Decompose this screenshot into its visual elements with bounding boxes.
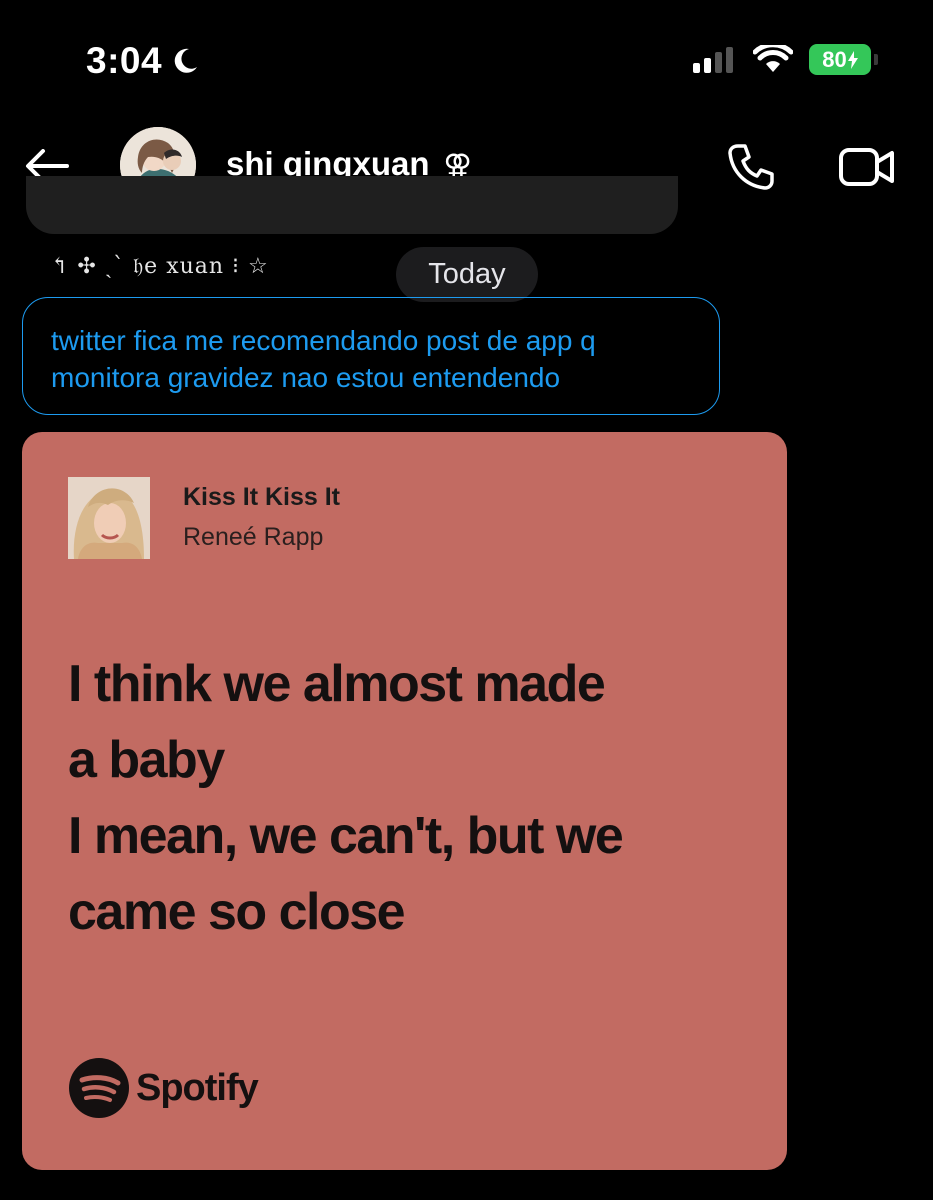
cellular-signal-icon [693, 46, 733, 73]
song-title: Kiss It Kiss It [183, 483, 340, 511]
charging-bolt-icon [847, 50, 858, 69]
message-bubble[interactable]: twitter fica me recomendando post de app… [22, 297, 720, 415]
spotify-lyrics-card[interactable]: Kiss It Kiss It Reneé Rapp I think we al… [22, 432, 787, 1170]
wifi-icon [753, 44, 793, 72]
lyric-line: came so close [68, 883, 406, 941]
lyric-line: I think we almost made [68, 655, 606, 713]
status-time: 3:04 [86, 40, 200, 82]
song-artist: Reneé Rapp [183, 523, 324, 551]
album-art-image [68, 477, 150, 559]
moon-icon [174, 48, 198, 73]
lyric-line: a baby [68, 731, 225, 789]
battery-cap [874, 54, 878, 65]
reply-label: ↰ ✣ ˏˋ 𝔥e xuan ⁝ ☆ [50, 254, 269, 279]
video-call-button[interactable] [838, 145, 896, 189]
status-indicators: 80 [693, 44, 878, 75]
battery-level: 80 [822, 46, 847, 72]
spotify-wordmark: Spotify [136, 1066, 259, 1109]
lyric-line: I mean, we can't, but we [68, 807, 624, 865]
battery-indicator: 80 [809, 44, 878, 75]
voice-call-button[interactable] [726, 142, 776, 192]
date-divider: Today [396, 247, 538, 302]
phone-icon [728, 144, 774, 190]
video-camera-icon [839, 148, 894, 186]
previous-message-bubble [26, 176, 678, 234]
message-text: twitter fica me recomendando post de app… [51, 325, 596, 393]
spotify-logo: Spotify [68, 1057, 259, 1119]
spotify-icon [69, 1058, 129, 1118]
lyrics: I think we almost made a baby I mean, we… [68, 646, 758, 950]
status-time-text: 3:04 [86, 40, 163, 81]
album-art [68, 477, 150, 559]
